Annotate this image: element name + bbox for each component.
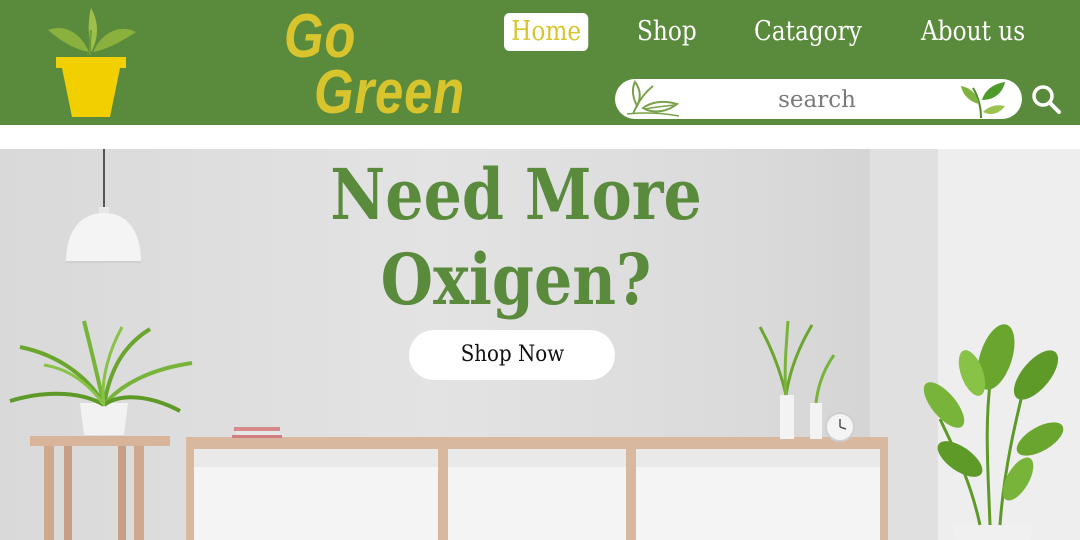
potted-plant-left	[9, 320, 193, 435]
decor-vases	[758, 320, 855, 442]
search-bar[interactable]	[615, 79, 1022, 119]
nav-category[interactable]: Catagory	[754, 13, 862, 51]
brand-line-green: Green	[314, 58, 466, 127]
hero-headline-line2: Oxigen?	[380, 238, 652, 321]
side-table	[30, 436, 170, 540]
shop-now-button[interactable]: Shop Now	[409, 330, 615, 380]
green-leaves-icon	[961, 82, 1005, 118]
potted-plant-right	[923, 324, 1064, 540]
plant-pot-icon[interactable]	[44, 6, 138, 118]
nav-about-us[interactable]: About us	[921, 13, 1025, 51]
hero-headline-line1: Need More	[330, 153, 702, 236]
sideboard-cabinet	[186, 427, 888, 540]
site-header: Go Green Home Shop Catagory About us	[0, 0, 1080, 125]
sprout-outline-icon	[626, 80, 679, 117]
nav-shop[interactable]: Shop	[637, 13, 697, 51]
search-input[interactable]	[675, 83, 959, 117]
nav-home[interactable]: Home	[504, 13, 589, 51]
shop-now-label: Shop Now	[460, 342, 564, 367]
search-icon[interactable]	[1030, 83, 1062, 115]
